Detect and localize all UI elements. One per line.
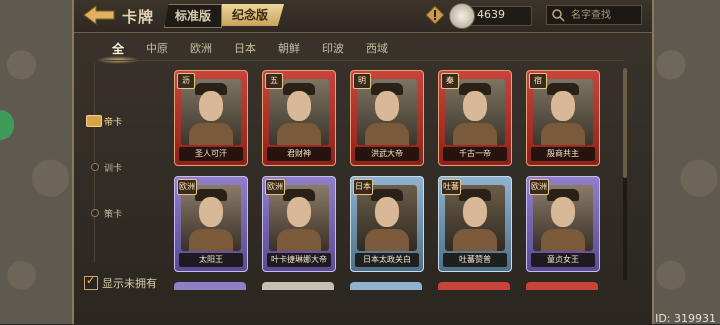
hero-card[interactable]: 五君财神 — [262, 70, 336, 166]
card-partial — [350, 282, 422, 290]
nav-marker — [86, 115, 102, 127]
card-name: 千古一帝 — [443, 147, 507, 161]
right-decor-panel — [650, 0, 720, 324]
warning-icon[interactable] — [425, 5, 445, 25]
card-type-nav: 帝卡 训卡 策卡 — [80, 62, 140, 282]
nav-marker — [91, 163, 99, 171]
tab-region-korea[interactable]: 朝鲜 — [278, 40, 300, 56]
currency-display: 4639 — [449, 3, 532, 29]
side-item-label: 训卡 — [104, 164, 123, 174]
portrait-face — [199, 197, 223, 227]
search-icon[interactable] — [551, 8, 565, 22]
show-not-owned-label: 显示未拥有 — [102, 277, 157, 290]
portrait-face — [287, 91, 311, 121]
scroll-thumb[interactable] — [623, 68, 627, 178]
card-region-badge: 欧洲 — [529, 179, 549, 195]
hero-card[interactable]: 欧洲 童贞女王 — [526, 176, 600, 272]
show-not-owned-toggle[interactable]: 显示未拥有 — [84, 274, 157, 291]
nav-marker — [91, 209, 99, 217]
coin-icon — [449, 3, 475, 29]
page-title: 卡牌 — [122, 8, 155, 26]
card-name: 殷商共主 — [531, 147, 595, 161]
portrait-body — [189, 229, 233, 251]
portrait-body — [189, 123, 233, 145]
search-input[interactable] — [569, 7, 641, 24]
card-name: 圣人可汗 — [179, 147, 243, 161]
side-item-label: 策卡 — [104, 210, 123, 220]
side-item-emperor-cards[interactable]: 帝卡 — [80, 112, 140, 130]
hero-card[interactable]: 秦千古一帝 — [438, 70, 512, 166]
card-region-badge: 宿 — [529, 73, 547, 89]
tab-region-central-plains[interactable]: 中原 — [146, 40, 168, 56]
portrait-face — [375, 91, 399, 121]
back-button[interactable] — [82, 4, 116, 26]
card-name: 童贞女王 — [531, 253, 595, 267]
card-region-badge: 日本 — [353, 179, 373, 195]
portrait-body — [277, 229, 321, 251]
portrait-body — [541, 123, 585, 145]
back-arrow-icon — [83, 5, 115, 25]
version-switch: 标准版 纪念版 — [164, 4, 285, 28]
card-partial — [438, 282, 510, 290]
portrait-body — [453, 123, 497, 145]
currency-value: 4639 — [477, 8, 505, 21]
portrait-face — [463, 197, 487, 227]
card-partial — [262, 282, 334, 290]
hero-card[interactable]: 明洪武大帝 — [350, 70, 424, 166]
card-name: 叶卡捷琳娜大帝 — [267, 253, 331, 267]
checkbox[interactable] — [84, 274, 98, 290]
left-decor-panel — [0, 0, 72, 324]
user-id: ID: 319931 — [655, 312, 716, 325]
portrait-face — [287, 197, 311, 227]
hero-card[interactable]: 沥圣人可汗 — [174, 70, 248, 166]
tab-region-all[interactable]: 全 — [95, 40, 141, 64]
portrait-face — [551, 197, 575, 227]
tab-region-western-regions[interactable]: 西域 — [366, 40, 388, 56]
hero-card[interactable]: 宿殷商共主 — [526, 70, 600, 166]
card-name: 洪武大帝 — [355, 147, 419, 161]
hero-card[interactable]: 欧洲 太阳王 — [174, 176, 248, 272]
portrait-face — [463, 91, 487, 121]
card-region-badge: 吐蕃 — [441, 179, 461, 195]
portrait-body — [541, 229, 585, 251]
portrait-face — [199, 91, 223, 121]
card-region-badge: 沥 — [177, 73, 195, 89]
tab-region-europe[interactable]: 欧洲 — [190, 40, 212, 56]
portrait-body — [365, 229, 409, 251]
side-item-label: 帝卡 — [104, 118, 123, 128]
card-collection-panel: 卡牌 标准版 纪念版 4639 全 中原 欧洲 日本 朝鲜 印波 西域 — [72, 0, 654, 324]
hero-card[interactable]: 欧洲 叶卡捷琳娜大帝 — [262, 176, 336, 272]
side-item-strategy-cards[interactable]: 策卡 — [80, 204, 140, 222]
card-name: 君财神 — [267, 147, 331, 161]
card-name: 太阳王 — [179, 253, 243, 267]
card-region-badge: 秦 — [441, 73, 459, 89]
tab-standard-edition[interactable]: 标准版 — [164, 4, 223, 28]
card-name: 吐蕃赞普 — [443, 253, 507, 267]
card-region-badge: 明 — [353, 73, 371, 89]
card-partial — [174, 282, 246, 290]
card-region-badge: 五 — [265, 73, 283, 89]
hero-card[interactable]: 日本 日本太政关白 — [350, 176, 424, 272]
portrait-face — [375, 197, 399, 227]
hero-card[interactable]: 吐蕃 吐蕃赞普 — [438, 176, 512, 272]
region-tabs: 全 中原 欧洲 日本 朝鲜 印波 西域 — [95, 36, 410, 64]
card-name: 日本太政关白 — [355, 253, 419, 267]
portrait-body — [365, 123, 409, 145]
side-item-training-cards[interactable]: 训卡 — [80, 158, 140, 176]
tab-memorial-edition[interactable]: 纪念版 — [222, 4, 285, 26]
tab-divider — [104, 60, 624, 61]
scrollbar[interactable] — [623, 68, 627, 280]
portrait-body — [453, 229, 497, 251]
header-bar: 卡牌 标准版 纪念版 4639 — [74, 0, 652, 33]
card-partial — [526, 282, 598, 290]
portrait-face — [551, 91, 575, 121]
portrait-body — [277, 123, 321, 145]
tab-region-japan[interactable]: 日本 — [234, 40, 256, 56]
tab-region-india-persia[interactable]: 印波 — [322, 40, 344, 56]
card-region-badge: 欧洲 — [265, 179, 285, 195]
search-box — [546, 5, 642, 25]
card-region-badge: 欧洲 — [177, 179, 197, 195]
